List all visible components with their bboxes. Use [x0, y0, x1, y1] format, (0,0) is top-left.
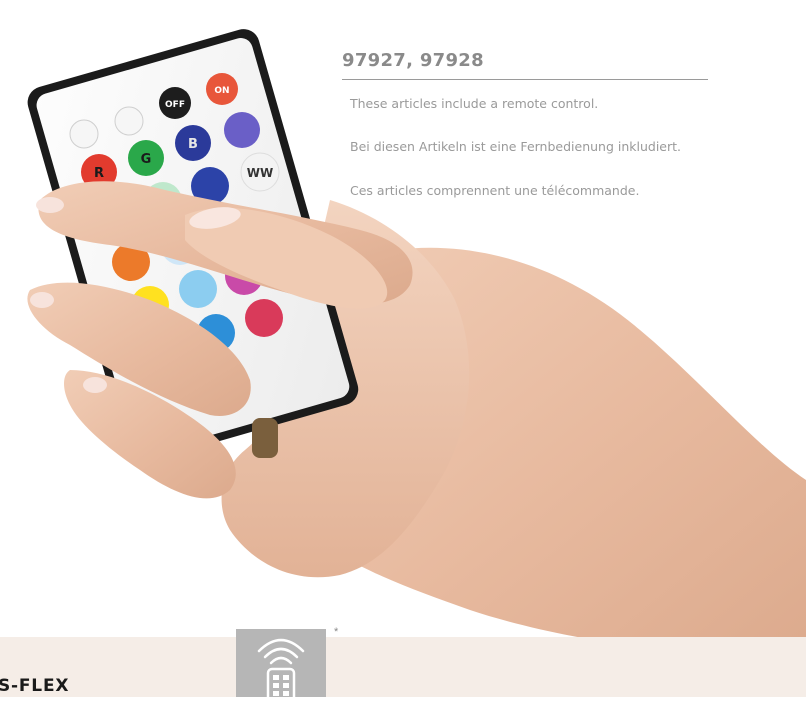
remote-control-icon: [257, 638, 305, 702]
on-label: ON: [214, 86, 229, 96]
g-label: G: [141, 152, 152, 167]
b-label: B: [188, 137, 198, 152]
off-label: OFF: [165, 100, 185, 110]
brightness-up-icon: [69, 119, 99, 149]
spectrum-button: [224, 112, 260, 148]
r-label: R: [94, 166, 104, 181]
badge-asterisk: *: [334, 626, 339, 638]
brightness-down-icon: [114, 106, 144, 136]
remote-included-en: These articles include a remote control.: [350, 96, 599, 111]
article-info: 97927, 97928 These articles include a re…: [342, 50, 708, 198]
remote-included-fr: Ces articles comprennent une télécommand…: [350, 183, 640, 198]
remote-control-badge: [236, 629, 326, 702]
product-line-label: S-FLEX: [0, 676, 70, 696]
ww-label: WW: [247, 166, 273, 180]
ring: [252, 418, 278, 458]
color-button-sky: [179, 270, 217, 308]
footer-band: [0, 637, 806, 697]
color-button-pink: [245, 299, 283, 337]
article-numbers: 97927, 97928: [342, 50, 708, 80]
remote-included-de: Bei diesen Artikeln ist eine Fernbedienu…: [350, 139, 682, 154]
